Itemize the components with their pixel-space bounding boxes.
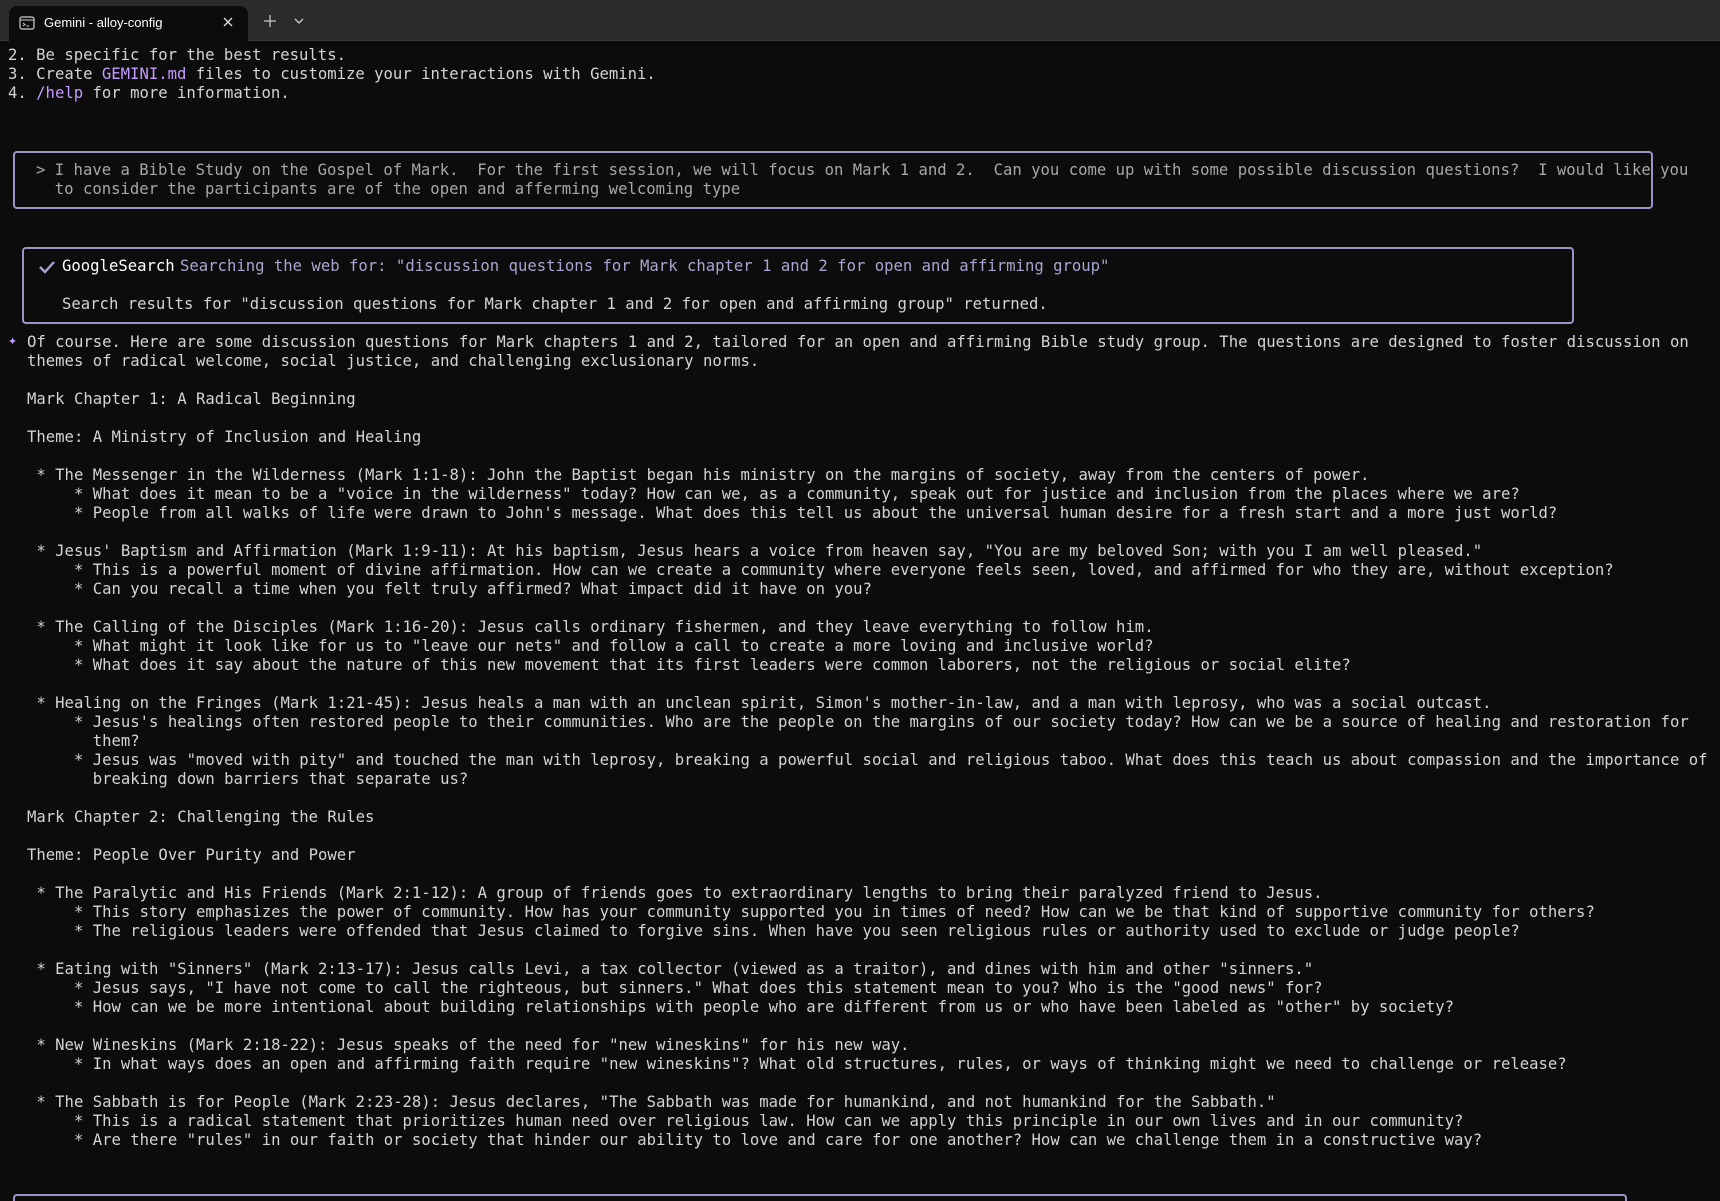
list-item: * Eating with "Sinners" (Mark 2:13-17): … <box>27 960 1314 978</box>
plus-icon[interactable] <box>262 13 278 29</box>
gemini-md-link: GEMINI.md <box>101 65 187 83</box>
tip-line-4-suffix: for more information. <box>83 84 290 102</box>
response-intro-line-2: themes of radical welcome, social justic… <box>27 352 760 370</box>
list-item: * Are there "rules" in our faith or soci… <box>27 1131 1483 1149</box>
list-item: * The Sabbath is for People (Mark 2:23-2… <box>27 1093 1276 1111</box>
list-item: * The Calling of the Disciples (Mark 1:1… <box>27 618 1154 636</box>
help-command: /help <box>36 84 84 102</box>
list-item: * The Paralytic and His Friends (Mark 2:… <box>27 884 1323 902</box>
input-box[interactable] <box>13 1194 1627 1201</box>
list-item: * Jesus was "moved with pity" and touche… <box>27 751 1708 769</box>
list-item: * This is a powerful moment of divine af… <box>27 561 1614 579</box>
user-prompt-line-1: > I have a Bible Study on the Gospel of … <box>36 161 1689 179</box>
tool-result: Search results for "discussion questions… <box>62 295 1048 313</box>
chapter-2-heading: Mark Chapter 2: Challenging the Rules <box>27 808 375 826</box>
list-item: * How can we be more intentional about b… <box>27 998 1455 1016</box>
tip-line-4: 4. /help for more information. <box>8 84 290 103</box>
chevron-down-icon[interactable] <box>292 15 306 27</box>
tip-line-3: 3. Create GEMINI.md files to customize y… <box>8 65 656 84</box>
tip-line-3-prefix: 3. Create <box>8 65 102 83</box>
user-prompt-line-2: to consider the participants are of the … <box>36 180 741 198</box>
tool-description: Searching the web for: "discussion quest… <box>180 257 1110 275</box>
list-item: * Jesus says, "I have not come to call t… <box>27 979 1323 997</box>
list-item: * This story emphasizes the power of com… <box>27 903 1595 921</box>
chapter-1-theme: Theme: A Ministry of Inclusion and Heali… <box>27 428 422 446</box>
list-item: * What might it look like for us to "lea… <box>27 637 1154 655</box>
terminal-icon <box>19 16 35 30</box>
title-bar: Gemini - alloy-config <box>0 0 1720 41</box>
list-item: * What does it mean to be a "voice in th… <box>27 485 1520 503</box>
list-item: * People from all walks of life were dra… <box>27 504 1558 522</box>
tab-title: Gemini - alloy-config <box>44 15 163 30</box>
chapter-1-heading: Mark Chapter 1: A Radical Beginning <box>27 390 356 408</box>
tab-gemini[interactable]: Gemini - alloy-config <box>9 6 248 41</box>
close-icon[interactable] <box>220 14 236 30</box>
list-item: * In what ways does an open and affirmin… <box>27 1055 1567 1073</box>
list-item: * New Wineskins (Mark 2:18-22): Jesus sp… <box>27 1036 910 1054</box>
list-item: * This is a radical statement that prior… <box>27 1112 1464 1130</box>
tool-name: GoogleSearch <box>62 257 175 275</box>
tip-line-2: 2. Be specific for the best results. <box>8 46 346 64</box>
gemini-sparkle-icon: ✦ <box>8 331 18 349</box>
tip-line-3-suffix: files to customize your interactions wit… <box>186 65 656 83</box>
list-item: * Can you recall a time when you felt tr… <box>27 580 872 598</box>
list-item: breaking down barriers that separate us? <box>27 770 469 788</box>
response-intro-line-1: Of course. Here are some discussion ques… <box>27 333 1689 351</box>
tip-line-4-prefix: 4. <box>8 84 37 102</box>
terminal-output[interactable]: 2. Be specific for the best results. 3. … <box>0 41 1720 1201</box>
list-item: * The religious leaders were offended th… <box>27 922 1520 940</box>
list-item: * The Messenger in the Wilderness (Mark … <box>27 466 1370 484</box>
list-item: them? <box>27 732 140 750</box>
list-item: * What does it say about the nature of t… <box>27 656 1351 674</box>
chapter-2-theme: Theme: People Over Purity and Power <box>27 846 356 864</box>
checkmark-icon <box>39 261 55 274</box>
list-item: * Healing on the Fringes (Mark 1:21-45):… <box>27 694 1492 712</box>
list-item: * Jesus' Baptism and Affirmation (Mark 1… <box>27 542 1483 560</box>
list-item: * Jesus's healings often restored people… <box>27 713 1689 731</box>
